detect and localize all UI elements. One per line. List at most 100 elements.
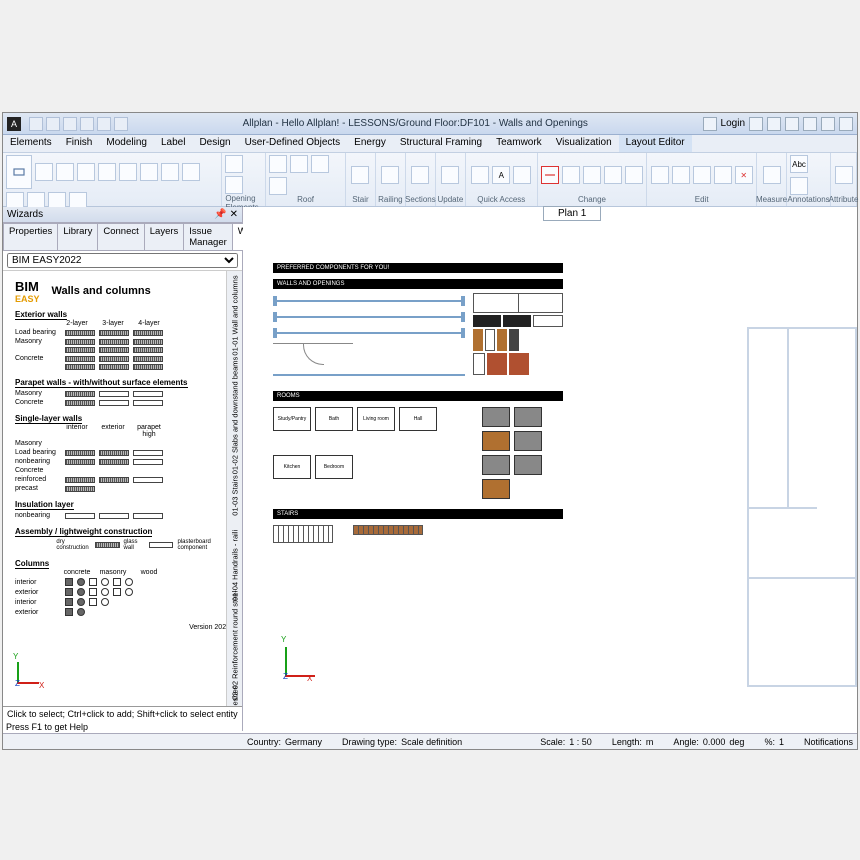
edit1-icon[interactable] (651, 166, 669, 184)
help-icon[interactable] (785, 117, 799, 131)
status-length[interactable]: m (646, 737, 654, 747)
room-bath[interactable]: Bath (315, 407, 353, 431)
change2-icon[interactable] (562, 166, 580, 184)
tab-library[interactable]: Library (57, 223, 98, 250)
tab-properties[interactable]: Properties (3, 223, 58, 250)
cart-icon[interactable] (767, 117, 781, 131)
column-tool-icon[interactable] (35, 163, 53, 181)
login-label[interactable]: Login (721, 118, 745, 129)
door-icon[interactable] (225, 155, 243, 173)
drawing-canvas[interactable]: Plan 1 PREFERRED COMPONENTS FOR YOU! WAL… (243, 207, 857, 731)
menu-user-defined[interactable]: User-Defined Objects (238, 135, 348, 152)
menu-structural[interactable]: Structural Framing (393, 135, 489, 152)
side-panel: Wizards 📌 ✕ Properties Library Connect L… (3, 207, 243, 731)
edit2-icon[interactable] (672, 166, 690, 184)
status-drawtype[interactable]: Scale definition (401, 737, 462, 747)
menu-label[interactable]: Label (154, 135, 192, 152)
attr-icon[interactable] (835, 166, 853, 184)
change3-icon[interactable] (583, 166, 601, 184)
stair-icon[interactable] (351, 166, 369, 184)
qat-new-icon[interactable] (29, 117, 43, 131)
wall-swatch[interactable] (65, 330, 95, 336)
railing-icon[interactable] (381, 166, 399, 184)
component-tool-icon[interactable] (119, 163, 137, 181)
qat-save-icon[interactable] (63, 117, 77, 131)
wall-sample-4[interactable] (273, 369, 465, 381)
dim-icon[interactable] (513, 166, 531, 184)
change4-icon[interactable] (604, 166, 622, 184)
room-kitchen[interactable]: Kitchen (273, 455, 311, 479)
roof1-icon[interactable] (269, 155, 287, 173)
update-icon[interactable] (441, 166, 459, 184)
menu-elements[interactable]: Elements (3, 135, 59, 152)
side-tab-mesh[interactable]: ornament meshes (231, 656, 240, 707)
close-icon[interactable] (839, 117, 853, 131)
text-icon[interactable]: A (492, 166, 510, 184)
minimize-icon[interactable] (803, 117, 817, 131)
wall-sample-3[interactable] (273, 327, 465, 339)
status-angle[interactable]: 0.000 (703, 737, 726, 747)
room-hall[interactable]: Hall (399, 407, 437, 431)
menu-teamwork[interactable]: Teamwork (489, 135, 549, 152)
annot1-icon[interactable]: Abc (790, 155, 808, 173)
qat-undo-icon[interactable] (80, 117, 94, 131)
edit3-icon[interactable] (693, 166, 711, 184)
notifications-button[interactable]: Notifications (804, 737, 853, 747)
menu-finish[interactable]: Finish (59, 135, 100, 152)
status-scale[interactable]: 1 : 50 (569, 737, 592, 747)
palette-header-main: PREFERRED COMPONENTS FOR YOU! (273, 263, 563, 273)
menu-design[interactable]: Design (192, 135, 237, 152)
change5-icon[interactable] (625, 166, 643, 184)
globe-icon[interactable] (749, 117, 763, 131)
window-icon[interactable] (225, 176, 243, 194)
wizard-brand: BIMEASY (15, 279, 40, 304)
user-icon[interactable] (703, 117, 717, 131)
status-country[interactable]: Germany (285, 737, 322, 747)
component2-tool-icon[interactable] (140, 163, 158, 181)
wizard-version: Version 2022 (15, 624, 230, 631)
maximize-icon[interactable] (821, 117, 835, 131)
status-pct[interactable]: 1 (779, 737, 784, 747)
qat-open-icon[interactable] (46, 117, 60, 131)
room-living[interactable]: Living room (357, 407, 395, 431)
qat-print-icon[interactable] (114, 117, 128, 131)
roof3-icon[interactable] (311, 155, 329, 173)
panel-pin-icon[interactable]: 📌 ✕ (214, 209, 238, 220)
wall-sample-1[interactable] (273, 295, 465, 307)
edit4-icon[interactable] (714, 166, 732, 184)
stair-plan[interactable] (273, 525, 333, 543)
delete-icon[interactable]: ✕ (735, 166, 753, 184)
component4-tool-icon[interactable] (182, 163, 200, 181)
menu-modeling[interactable]: Modeling (99, 135, 154, 152)
room-study[interactable]: Study/Pantry (273, 407, 311, 431)
menu-energy[interactable]: Energy (347, 135, 393, 152)
annot2-icon[interactable] (790, 177, 808, 195)
tab-connect[interactable]: Connect (97, 223, 144, 250)
measure-icon[interactable] (763, 166, 781, 184)
component3-tool-icon[interactable] (161, 163, 179, 181)
slab-tool-icon[interactable] (77, 163, 95, 181)
stair-3d[interactable] (353, 525, 423, 543)
line-icon[interactable] (471, 166, 489, 184)
axis-gadget-canvas[interactable]: YXZ (281, 641, 321, 681)
section-assembly: Assembly / lightweight construction (15, 527, 152, 537)
opening-tool-icon[interactable] (98, 163, 116, 181)
menu-layout-editor[interactable]: Layout Editor (619, 135, 692, 152)
ribbon-group-edit: Edit (695, 195, 709, 204)
menu-visualization[interactable]: Visualization (549, 135, 619, 152)
wall-sample-2[interactable] (273, 311, 465, 323)
change1-icon[interactable] (541, 166, 559, 184)
wizard-set-dropdown[interactable]: BIM EASY2022 (7, 253, 238, 268)
roof4-icon[interactable] (269, 177, 287, 195)
tab-issue-manager[interactable]: Issue Manager (183, 223, 232, 250)
wall-tool-icon[interactable] (6, 155, 32, 189)
plan-tab[interactable]: Plan 1 (543, 206, 601, 221)
wizard-content: BIMEASY Walls and columns Exterior walls… (3, 271, 242, 706)
section-icon[interactable] (411, 166, 429, 184)
qat-redo-icon[interactable] (97, 117, 111, 131)
beam-tool-icon[interactable] (56, 163, 74, 181)
roof2-icon[interactable] (290, 155, 308, 173)
door-sample[interactable] (273, 343, 353, 365)
room-bedroom[interactable]: Bedroom (315, 455, 353, 479)
tab-layers[interactable]: Layers (144, 223, 185, 250)
